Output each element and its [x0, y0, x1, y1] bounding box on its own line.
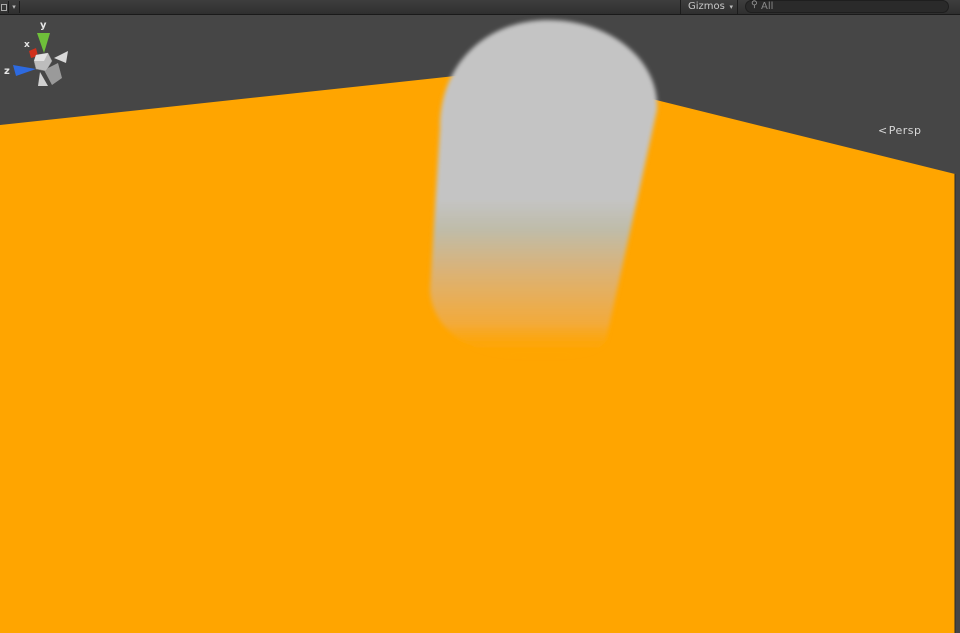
- axis-x-label: x: [24, 40, 30, 50]
- layout-icon[interactable]: [0, 1, 9, 13]
- axis-y-label: y: [40, 20, 47, 31]
- scene-orientation-gizmo-icon[interactable]: y x z: [0, 15, 72, 93]
- scene-toolbar: ▾ Gizmos ▾ ⚲: [0, 0, 960, 15]
- axis-z-label: z: [4, 66, 10, 77]
- gizmos-label: Gizmos: [688, 1, 725, 12]
- scene-render: [0, 15, 960, 633]
- search-input[interactable]: [761, 1, 941, 12]
- dropdown-arrow-icon[interactable]: ▾: [9, 1, 20, 13]
- projection-label: Persp: [888, 124, 922, 137]
- search-icon: ⚲: [751, 0, 758, 10]
- search-field[interactable]: ⚲: [745, 0, 949, 13]
- scene-viewport[interactable]: y x z <Persp: [0, 15, 960, 633]
- projection-toggle[interactable]: <Persp: [878, 124, 921, 137]
- chevron-down-icon: ▾: [729, 3, 733, 11]
- gizmos-dropdown[interactable]: Gizmos ▾: [680, 0, 738, 14]
- axis-z-cone: [13, 65, 36, 76]
- axis-y-cone: [37, 33, 50, 53]
- perspective-chevron-icon: <: [878, 124, 888, 137]
